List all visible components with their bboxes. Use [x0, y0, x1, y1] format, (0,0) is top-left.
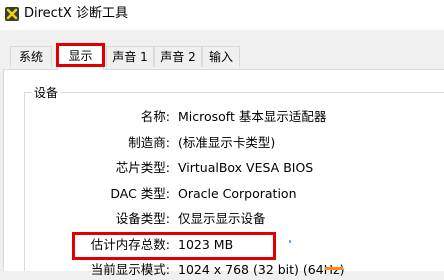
title-bar: DirectX 诊断工具 — [0, 0, 444, 30]
field-label: 芯片类型: — [115, 160, 170, 175]
field-value: Microsoft 基本显示适配器 — [178, 109, 327, 124]
tab-sound-2[interactable]: 声音 2 — [154, 46, 202, 67]
memory-highlight-box — [72, 232, 276, 260]
field-value: VirtualBox VESA BIOS — [178, 160, 314, 175]
orange-annotation-mark — [325, 267, 343, 270]
device-row-manufacturer: 制造商: (标准显示卡类型) — [0, 133, 444, 153]
directx-x-icon — [5, 7, 19, 21]
field-value: 1024 x 768 (32 bit) (64Hz) — [178, 262, 345, 277]
display-tab-highlight-box — [56, 43, 105, 67]
field-label: 当前显示模式: — [90, 262, 170, 277]
tab-system[interactable]: 系统 — [10, 46, 52, 67]
field-label: DAC 类型: — [110, 186, 170, 201]
field-value: 仅显示显示设备 — [178, 211, 266, 226]
device-group-title: 设备 — [32, 85, 61, 101]
device-row-dac-type: DAC 类型: Oracle Corporation — [0, 184, 444, 204]
window-title: DirectX 诊断工具 — [24, 6, 128, 21]
cursor-mark — [289, 240, 291, 243]
field-value: (标准显示卡类型) — [178, 135, 276, 150]
tab-sound-1[interactable]: 声音 1 — [106, 46, 154, 67]
field-label: 名称: — [140, 109, 170, 124]
field-label: 设备类型: — [115, 211, 170, 226]
device-row-display-mode: 当前显示模式: 1024 x 768 (32 bit) (64Hz) — [0, 260, 444, 280]
tab-input[interactable]: 输入 — [202, 46, 240, 67]
field-label: 制造商: — [128, 135, 170, 150]
device-row-name: 名称: Microsoft 基本显示适配器 — [0, 107, 444, 127]
device-row-device-type: 设备类型: 仅显示显示设备 — [0, 209, 444, 229]
device-row-chip-type: 芯片类型: VirtualBox VESA BIOS — [0, 158, 444, 178]
field-value: Oracle Corporation — [178, 186, 297, 201]
